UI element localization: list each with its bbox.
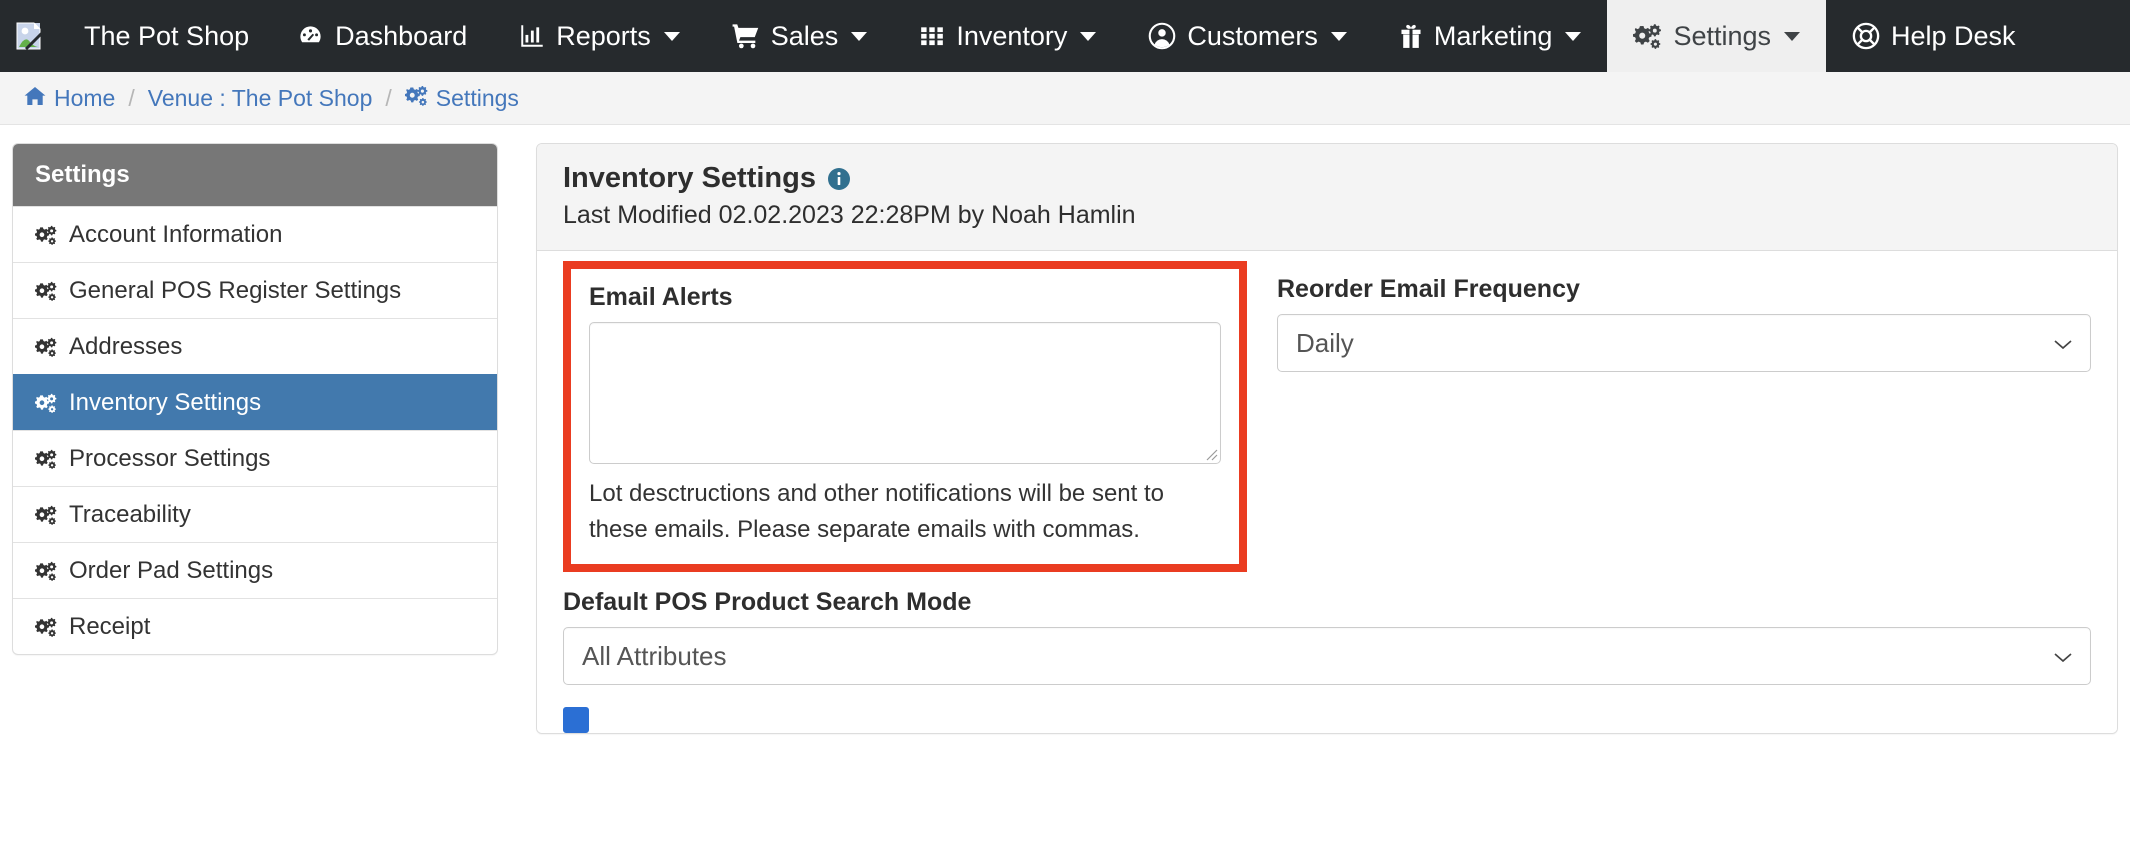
page-title: Inventory Settings (563, 162, 2091, 195)
card-header: Inventory Settings Last Modified 02.02.2… (537, 144, 2117, 251)
sidebar-item-account-information[interactable]: Account Information (13, 206, 497, 262)
cogs-icon (35, 449, 57, 469)
cogs-icon (35, 337, 57, 357)
nav-item-help-desk[interactable]: Help Desk (1826, 0, 2042, 72)
chevron-down-icon (1080, 31, 1097, 41)
nav-label: Settings (1673, 20, 1772, 51)
nav-item-reports[interactable]: Reports (493, 0, 706, 72)
gift-icon (1399, 23, 1423, 49)
settings-sidebar: Settings Account Information General POS… (12, 143, 498, 655)
cart-icon (732, 23, 760, 49)
bar-chart-icon (519, 23, 545, 49)
cogs-icon (35, 505, 57, 525)
top-navbar: The Pot Shop Dashboard Reports Sales Inv… (0, 0, 2130, 72)
breadcrumb-home-label: Home (54, 84, 116, 111)
sidebar-item-label: Receipt (69, 612, 151, 640)
sidebar-item-label: Addresses (69, 332, 183, 360)
info-circle-icon[interactable] (827, 167, 851, 191)
sidebar-item-receipt[interactable]: Receipt (13, 598, 497, 654)
nav-label: Sales (770, 20, 839, 51)
inventory-settings-card: Inventory Settings Last Modified 02.02.2… (536, 143, 2118, 734)
chevron-down-icon (1330, 31, 1347, 41)
chevron-down-icon (1565, 31, 1582, 41)
nav-item-marketing[interactable]: Marketing (1373, 0, 1608, 72)
page-body: Settings Account Information General POS… (0, 125, 2130, 734)
bottom-checkbox-row (563, 685, 2091, 733)
chevron-down-icon (1784, 31, 1801, 41)
home-icon (24, 85, 46, 112)
breadcrumb-venue[interactable]: Venue : The Pot Shop (148, 85, 373, 112)
sidebar-item-label: Inventory Settings (69, 388, 262, 416)
nav-item-sales[interactable]: Sales (706, 0, 894, 72)
cogs-icon (35, 393, 57, 413)
sidebar-item-inventory-settings[interactable]: Inventory Settings (13, 374, 497, 430)
chevron-down-icon (851, 31, 868, 41)
nav-label: Help Desk (1891, 20, 2016, 51)
reorder-frequency-label: Reorder Email Frequency (1277, 275, 1580, 303)
reorder-frequency-select[interactable]: Daily (1277, 314, 2091, 372)
dashboard-icon (297, 23, 324, 50)
sidebar-item-label: Account Information (69, 220, 283, 248)
email-alerts-highlight-box: Email Alerts Lot desctructions and other… (563, 261, 1247, 572)
broken-image-icon (14, 19, 48, 53)
cogs-icon (35, 617, 57, 637)
main-column: Inventory Settings Last Modified 02.02.2… (498, 143, 2130, 734)
breadcrumb-home[interactable]: Home (24, 85, 115, 112)
nav-label: Customers (1187, 20, 1318, 51)
logo-container[interactable] (0, 0, 62, 72)
email-alerts-column: Email Alerts Lot desctructions and other… (563, 261, 1247, 572)
search-mode-block: Default POS Product Search Mode All Attr… (563, 572, 2091, 685)
breadcrumb-settings-label: Settings (435, 84, 519, 111)
chevron-down-icon (663, 31, 680, 41)
sidebar-item-label: Traceability (69, 500, 191, 528)
cogs-icon (35, 561, 57, 581)
search-mode-label: Default POS Product Search Mode (563, 588, 972, 616)
sidebar-item-label: Processor Settings (69, 444, 271, 472)
user-circle-icon (1148, 22, 1176, 50)
sidebar-header: Settings (13, 144, 497, 206)
email-alerts-input[interactable] (589, 322, 1221, 464)
search-mode-select[interactable]: All Attributes (563, 627, 2091, 685)
sidebar-item-processor-settings[interactable]: Processor Settings (13, 430, 497, 486)
breadcrumb-separator: / (128, 84, 135, 111)
cogs-icon (35, 225, 57, 245)
sidebar-item-general-pos-register-settings[interactable]: General POS Register Settings (13, 262, 497, 318)
cogs-icon (404, 85, 428, 112)
breadcrumb: Home / Venue : The Pot Shop / Settings (0, 72, 2130, 125)
settings-row: Email Alerts Lot desctructions and other… (563, 251, 2091, 572)
card-body: Email Alerts Lot desctructions and other… (537, 251, 2117, 733)
bottom-checkbox[interactable] (563, 707, 589, 733)
page-title-text: Inventory Settings (563, 162, 816, 194)
lifering-icon (1852, 22, 1880, 50)
sidebar-column: Settings Account Information General POS… (0, 143, 498, 655)
email-alerts-label: Email Alerts (589, 283, 733, 311)
email-alerts-help-text: Lot desctructions and other notification… (589, 480, 1164, 543)
nav-item-customers[interactable]: Customers (1122, 0, 1373, 72)
reorder-frequency-column: Reorder Email Frequency Daily (1247, 261, 2091, 372)
last-modified-text: Last Modified 02.02.2023 22:28PM by Noah… (563, 201, 1136, 229)
cogs-icon (35, 281, 57, 301)
sidebar-item-label: Order Pad Settings (69, 556, 274, 584)
breadcrumb-settings[interactable]: Settings (404, 84, 519, 112)
nav-label: Dashboard (335, 20, 468, 51)
sidebar-item-order-pad-settings[interactable]: Order Pad Settings (13, 542, 497, 598)
nav-label: Marketing (1433, 20, 1553, 51)
nav-item-settings[interactable]: Settings (1607, 0, 1827, 72)
breadcrumb-separator: / (385, 84, 392, 111)
sidebar-item-addresses[interactable]: Addresses (13, 318, 497, 374)
sidebar-item-traceability[interactable]: Traceability (13, 486, 497, 542)
reorder-frequency-select-wrap: Daily (1277, 314, 2091, 372)
nav-label: Reports (556, 20, 651, 51)
search-mode-select-wrap: All Attributes (563, 627, 2091, 685)
sidebar-item-label: General POS Register Settings (69, 276, 402, 304)
nav-item-inventory[interactable]: Inventory (893, 0, 1122, 72)
brand-name[interactable]: The Pot Shop (62, 0, 271, 72)
nav-label: Inventory (956, 20, 1068, 51)
nav-item-dashboard[interactable]: Dashboard (271, 0, 493, 72)
grid-icon (919, 23, 945, 49)
cogs-icon (1633, 23, 1662, 49)
